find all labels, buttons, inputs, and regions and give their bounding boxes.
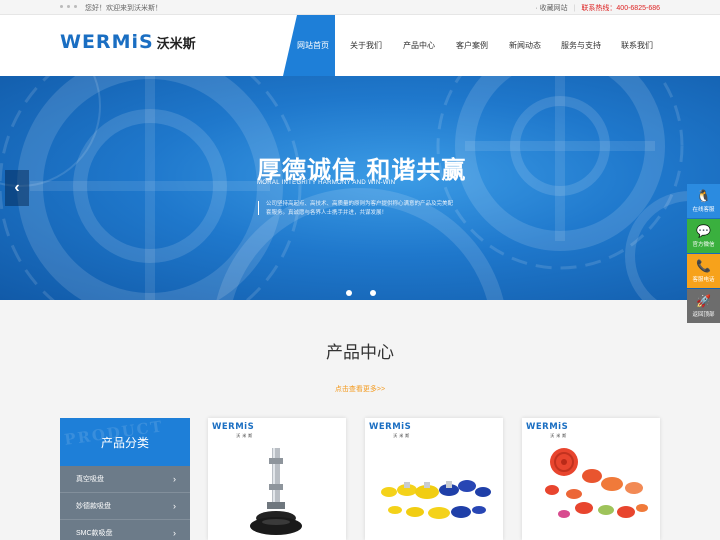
- chevron-right-icon: ›: [173, 528, 176, 538]
- logo[interactable]: WERMiS 沃米斯: [60, 31, 196, 53]
- chevron-right-icon: ›: [173, 501, 176, 511]
- category-header: PRODUCT 产品分类: [60, 418, 190, 466]
- nav-service[interactable]: 服务与支持: [548, 15, 614, 76]
- top-dots: [60, 5, 77, 8]
- nav-about[interactable]: 关于我们: [336, 15, 396, 76]
- logo-cn: 沃米斯: [156, 37, 196, 52]
- phone-button[interactable]: 📞 客服电话: [687, 254, 720, 288]
- category-item[interactable]: SMC款吸盘 ›: [60, 520, 190, 540]
- back-to-top-button[interactable]: 🚀 返回顶部: [687, 289, 720, 323]
- product-brand-label: WERMiS 沃米斯: [526, 422, 569, 438]
- view-more-link[interactable]: 点击查看更多>>: [0, 384, 720, 394]
- product-card[interactable]: WERMiS 沃米斯: [365, 418, 503, 540]
- banner-subtitle: MORAL INTEGRITY HARMONY AND WIN-WIN: [257, 180, 396, 186]
- banner-dot-1[interactable]: [346, 290, 352, 296]
- category-item[interactable]: 真空吸盘 ›: [60, 466, 190, 493]
- banner-dot-2[interactable]: [370, 290, 376, 296]
- wechat-button[interactable]: 💬 官方微信: [687, 219, 720, 253]
- category-title: 产品分类: [100, 436, 149, 450]
- category-item[interactable]: 妙德款吸盘 ›: [60, 493, 190, 520]
- banner-description: 公司坚持高起点、高技术、高质量的原则为客户提供称心满意的产品及完美配套服务。真诚…: [266, 201, 454, 216]
- phone-icon: 📞: [696, 259, 711, 273]
- rocket-icon: 🚀: [696, 294, 711, 308]
- banner-divider: [258, 201, 259, 215]
- favorite-link[interactable]: 收藏网站: [535, 3, 568, 13]
- product-card[interactable]: WERMiS 沃米斯: [522, 418, 660, 540]
- product-brand-label: WERMiS 沃米斯: [212, 422, 255, 438]
- chevron-right-icon: ›: [173, 474, 176, 484]
- hotline: 联系热线：400-6825-686: [581, 5, 660, 12]
- logo-latin: WERMiS: [60, 31, 154, 53]
- banner-prev-arrow[interactable]: ‹: [5, 170, 29, 206]
- online-service-button[interactable]: 🐧 在线客服: [687, 184, 720, 218]
- header: WERMiS 沃米斯 网站首页 关于我们 产品中心 客户案例 新闻动态 服务与支…: [0, 15, 720, 76]
- main-nav: 网站首页 关于我们 产品中心 客户案例 新闻动态 服务与支持 联系我们: [290, 15, 660, 76]
- top-bar: 您好！欢迎来到沃米斯！ 收藏网站 | 联系热线：400-6825-686: [0, 0, 720, 15]
- nav-home[interactable]: 网站首页: [290, 15, 336, 76]
- product-brand-label: WERMiS 沃米斯: [369, 422, 412, 438]
- hero-banner: ‹ 厚德诚信 和谐共赢 MORAL INTEGRITY HARMONY AND …: [0, 76, 720, 300]
- nav-cases[interactable]: 客户案例: [442, 15, 502, 76]
- nav-contact[interactable]: 联系我们: [614, 15, 660, 76]
- nav-products[interactable]: 产品中心: [396, 15, 442, 76]
- gear-background-graphic: [0, 76, 720, 300]
- banner-pagination: [346, 290, 376, 296]
- wechat-icon: 💬: [696, 224, 711, 238]
- welcome-text: 您好！欢迎来到沃米斯！: [85, 5, 162, 12]
- floating-service-bar: 🐧 在线客服 💬 官方微信 📞 客服电话 🚀 返回顶部: [687, 184, 720, 324]
- nav-news[interactable]: 新闻动态: [502, 15, 548, 76]
- category-panel: PRODUCT 产品分类 真空吸盘 › 妙德款吸盘 › SMC款吸盘 ›: [60, 418, 190, 540]
- product-card[interactable]: WERMiS 沃米斯: [208, 418, 346, 540]
- section-title: 产品中心: [326, 343, 394, 362]
- top-right: 收藏网站 | 联系热线：400-6825-686: [535, 3, 660, 13]
- qq-icon: 🐧: [696, 189, 711, 203]
